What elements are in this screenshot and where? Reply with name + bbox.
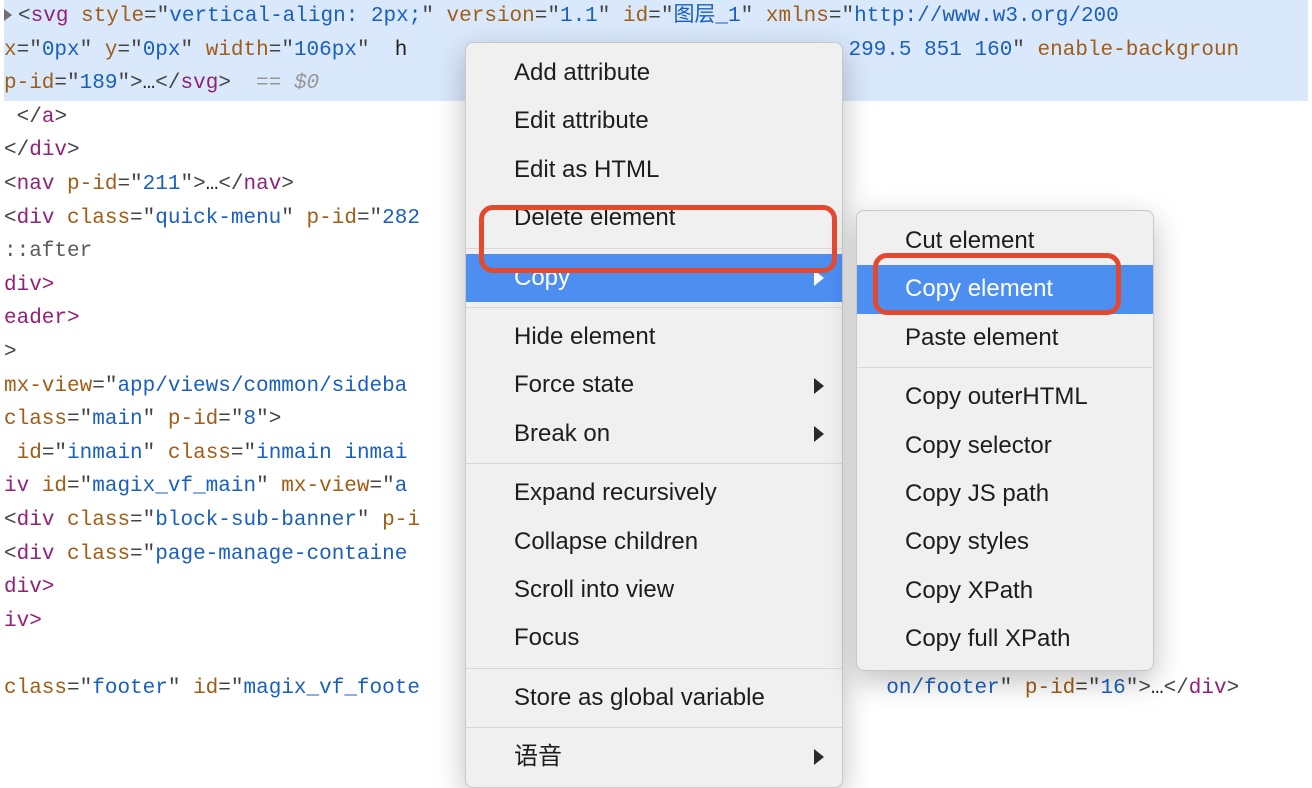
ctxmenu-item-expand-recursively[interactable]: Expand recursively (466, 469, 842, 517)
menu-separator (466, 307, 842, 308)
ctxmenu-item-store-as-global-variable[interactable]: Store as global variable (466, 674, 842, 722)
ctxmenu-item--[interactable]: 语音 (466, 733, 842, 781)
submenu-item-copy-xpath[interactable]: Copy XPath (857, 567, 1153, 615)
submenu-item-cut-element[interactable]: Cut element (857, 217, 1153, 265)
ctxmenu-item-focus[interactable]: Focus (466, 614, 842, 662)
ctxmenu-item-scroll-into-view[interactable]: Scroll into view (466, 566, 842, 614)
submenu-item-copy-selector[interactable]: Copy selector (857, 422, 1153, 470)
submenu-item-copy-full-xpath[interactable]: Copy full XPath (857, 615, 1153, 663)
submenu-arrow-icon (814, 270, 824, 286)
expand-triangle-icon[interactable] (4, 9, 12, 21)
submenu-arrow-icon (814, 749, 824, 765)
ctxmenu-item-edit-attribute[interactable]: Edit attribute (466, 97, 842, 145)
submenu-item-copy-styles[interactable]: Copy styles (857, 518, 1153, 566)
menu-separator (857, 367, 1153, 368)
ctxmenu-item-hide-element[interactable]: Hide element (466, 313, 842, 361)
ctxmenu-item-delete-element[interactable]: Delete element (466, 194, 842, 242)
submenu-item-copy-js-path[interactable]: Copy JS path (857, 470, 1153, 518)
submenu-item-copy-element[interactable]: Copy element (857, 265, 1153, 313)
ctxmenu-item-force-state[interactable]: Force state (466, 361, 842, 409)
ctxmenu-item-add-attribute[interactable]: Add attribute (466, 49, 842, 97)
submenu-arrow-icon (814, 378, 824, 394)
ctxmenu-item-copy[interactable]: Copy (466, 254, 842, 302)
submenu-item-paste-element[interactable]: Paste element (857, 314, 1153, 362)
ctxmenu-item-collapse-children[interactable]: Collapse children (466, 518, 842, 566)
ctxmenu-item-edit-as-html[interactable]: Edit as HTML (466, 146, 842, 194)
ctxmenu-item-break-on[interactable]: Break on (466, 410, 842, 458)
menu-separator (466, 668, 842, 669)
menu-separator (466, 463, 842, 464)
submenu-item-copy-outerhtml[interactable]: Copy outerHTML (857, 373, 1153, 421)
menu-separator (466, 248, 842, 249)
context-menu: Add attributeEdit attributeEdit as HTMLD… (465, 42, 843, 788)
submenu-arrow-icon (814, 426, 824, 442)
context-submenu-copy: Cut elementCopy elementPaste element Copy… (856, 210, 1154, 671)
